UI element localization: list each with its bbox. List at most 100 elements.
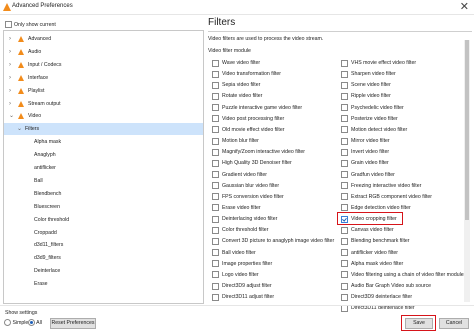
preferences-tree[interactable]: › Advanced › Audio › Input / Codecs › Interface…: [3, 30, 204, 304]
tree-item[interactable]: Deinterlace: [4, 265, 203, 277]
filter-checkbox-item[interactable]: Erase video filter: [212, 203, 261, 213]
reset-preferences-button[interactable]: Reset Preferences: [50, 318, 96, 329]
tree-item[interactable]: Anaglyph: [4, 149, 203, 161]
checkbox-box[interactable]: [341, 148, 348, 156]
tree-item[interactable]: antiflicker: [4, 162, 203, 174]
checkbox-box[interactable]: [212, 70, 219, 78]
chevron-right-icon[interactable]: ›: [9, 72, 11, 84]
filter-checkbox-item[interactable]: Extract RGB component video filter: [341, 192, 432, 202]
checkbox-box[interactable]: [212, 282, 219, 290]
radio-all[interactable]: All: [28, 319, 42, 326]
checkbox-box[interactable]: [341, 204, 348, 212]
checkbox-box[interactable]: [341, 126, 348, 134]
filter-checkbox-item[interactable]: Scene video filter: [341, 80, 391, 90]
checkbox-box[interactable]: [212, 137, 219, 145]
filter-checkbox-item[interactable]: Alpha mask video filter: [341, 259, 403, 269]
tree-item[interactable]: › Interface: [4, 72, 203, 84]
checkbox-box[interactable]: [5, 21, 12, 28]
checkbox-box[interactable]: [212, 126, 219, 134]
checkbox-box[interactable]: [212, 271, 219, 279]
filter-checkbox-item[interactable]: VHS movie effect video filter: [341, 58, 416, 68]
filter-checkbox-item[interactable]: Motion blur filter: [212, 136, 259, 146]
close-icon[interactable]: ✕: [460, 0, 469, 13]
checkbox-box[interactable]: [212, 237, 219, 245]
filter-checkbox-item[interactable]: Freezing interactive video filter: [341, 181, 421, 191]
filter-checkbox-item[interactable]: Video filtering using a chain of video f…: [341, 270, 466, 280]
filter-checkbox-item[interactable]: Direct3D9 adjust filter: [212, 281, 272, 291]
filter-checkbox-item[interactable]: Direct3D11 adjust filter: [212, 292, 274, 302]
only-show-current-checkbox[interactable]: Only show current: [5, 21, 56, 28]
filter-checkbox-item[interactable]: Posterize video filter: [341, 114, 398, 124]
tree-item[interactable]: › Playlist: [4, 85, 203, 97]
filter-checkbox-item[interactable]: Invert video filter: [341, 147, 389, 157]
filter-checkbox-item[interactable]: Deinterlacing video filter: [212, 214, 277, 224]
filter-checkbox-item[interactable]: Gradient video filter: [212, 170, 267, 180]
tree-item[interactable]: › Advanced: [4, 33, 203, 45]
radio-simple-dot[interactable]: [4, 319, 11, 326]
checkbox-box[interactable]: [341, 249, 348, 257]
filter-checkbox-item[interactable]: Blending benchmark filter: [341, 236, 410, 246]
radio-simple[interactable]: Simple: [4, 319, 28, 326]
filter-checkbox-item[interactable]: Convert 3D picture to anaglyph image vid…: [212, 236, 334, 246]
tree-item[interactable]: Alpha mask: [4, 136, 203, 148]
checkbox-box[interactable]: [341, 193, 348, 201]
filter-checkbox-item[interactable]: Ball video filter: [212, 248, 256, 258]
checkbox-box[interactable]: [341, 226, 348, 234]
checkbox-box[interactable]: [212, 193, 219, 201]
tree-item[interactable]: d3d9_filters: [4, 252, 203, 264]
tree-item[interactable]: › Stream output: [4, 98, 203, 110]
filter-checkbox-item[interactable]: Gradfun video filter: [341, 170, 395, 180]
tree-item[interactable]: Bluescreen: [4, 201, 203, 213]
checkbox-box[interactable]: [212, 204, 219, 212]
chevron-right-icon[interactable]: ›: [9, 46, 11, 58]
filter-checkbox-item[interactable]: Grain video filter: [341, 158, 389, 168]
checkbox-box[interactable]: [341, 115, 348, 123]
filter-checkbox-item[interactable]: Direct3D9 deinterlace filter: [341, 292, 412, 302]
checkbox-box[interactable]: [341, 260, 348, 268]
checkbox-box[interactable]: [212, 226, 219, 234]
chevron-right-icon[interactable]: ›: [9, 33, 11, 45]
radio-all-dot[interactable]: [28, 319, 35, 326]
chevron-down-icon[interactable]: ⌄: [17, 123, 22, 135]
filter-checkbox-item[interactable]: Mirror video filter: [341, 136, 390, 146]
filter-checkbox-item[interactable]: Sepia video filter: [212, 80, 260, 90]
filter-checkbox-item[interactable]: FPS conversion video filter: [212, 192, 284, 202]
checkbox-box[interactable]: [341, 293, 348, 301]
chevron-right-icon[interactable]: ›: [9, 59, 11, 71]
filter-checkbox-item[interactable]: Video transformation filter: [212, 69, 281, 79]
checkbox-box[interactable]: [212, 215, 219, 223]
tree-item[interactable]: Ball: [4, 175, 203, 187]
checkbox-box[interactable]: [341, 59, 348, 67]
checkbox-box[interactable]: [212, 104, 219, 112]
filter-checkbox-item[interactable]: Image properties filter: [212, 259, 272, 269]
checkbox-box[interactable]: [212, 81, 219, 89]
tree-item[interactable]: Erase: [4, 278, 203, 290]
scrollbar-thumb[interactable]: [465, 40, 469, 220]
vertical-scrollbar[interactable]: [464, 40, 470, 302]
checkbox-box[interactable]: [341, 182, 348, 190]
filter-checkbox-item[interactable]: Motion detect video filter: [341, 125, 407, 135]
tree-item[interactable]: Blendbench: [4, 188, 203, 200]
checkbox-box[interactable]: [212, 148, 219, 156]
filter-checkbox-item[interactable]: Gaussian blur video filter: [212, 181, 279, 191]
checkbox-box[interactable]: [212, 115, 219, 123]
filter-checkbox-item[interactable]: Puzzle interactive game video filter: [212, 103, 302, 113]
filter-checkbox-item[interactable]: Magnify/Zoom interactive video filter: [212, 147, 305, 157]
checkbox-box[interactable]: [341, 159, 348, 167]
filter-checkbox-item[interactable]: Wave video filter: [212, 58, 260, 68]
filter-checkbox-item[interactable]: Video post processing filter: [212, 114, 284, 124]
checkbox-box[interactable]: [212, 159, 219, 167]
filter-checkbox-item[interactable]: High Quality 3D Denoiser filter: [212, 158, 292, 168]
tree-item[interactable]: d3d11_filters: [4, 239, 203, 251]
checkbox-box[interactable]: [341, 282, 348, 290]
tree-item[interactable]: ⌄ Filters: [4, 123, 203, 136]
checkbox-box[interactable]: [341, 92, 348, 100]
checkbox-box[interactable]: [212, 249, 219, 257]
checkbox-box[interactable]: [212, 59, 219, 67]
checkbox-box[interactable]: [212, 293, 219, 301]
checkbox-box[interactable]: [341, 171, 348, 178]
tree-item[interactable]: Croppadd: [4, 227, 203, 239]
filter-checkbox-item[interactable]: Audio Bar Graph Video sub source: [341, 281, 431, 291]
filter-checkbox-item[interactable]: Logo video filter: [212, 270, 259, 280]
filter-checkbox-item[interactable]: Ripple video filter: [341, 91, 391, 101]
